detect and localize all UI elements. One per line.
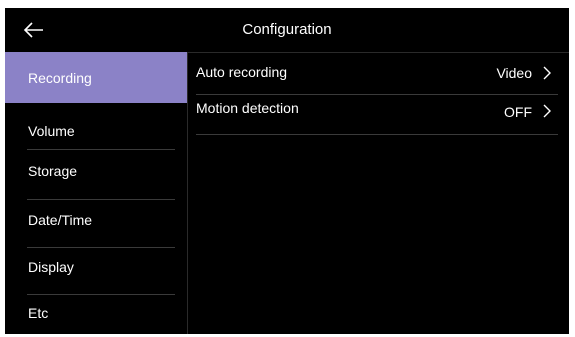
sidebar-item-label: Display [28, 259, 74, 275]
setting-row-motion-detection[interactable]: Motion detection OFF [196, 96, 558, 136]
sidebar-item-label: Recording [28, 70, 92, 86]
chevron-right-icon [543, 66, 551, 80]
arrow-left-icon [23, 22, 43, 38]
sidebar-item-date-time[interactable]: Date/Time [5, 204, 187, 242]
back-button[interactable] [19, 18, 47, 42]
setting-label: Motion detection [196, 100, 299, 116]
row-divider [196, 94, 558, 95]
header-bar: Configuration [5, 8, 569, 52]
sidebar-divider [27, 294, 175, 295]
setting-label: Auto recording [196, 64, 288, 80]
sidebar-divider [27, 247, 175, 248]
sidebar-item-volume[interactable]: Volume [5, 115, 187, 145]
sidebar-item-etc[interactable]: Etc [5, 299, 187, 334]
sidebar-divider [27, 199, 175, 200]
sidebar: Recording Volume Storage Date/Time Displ… [5, 52, 187, 334]
row-divider [196, 134, 558, 135]
setting-row-auto-recording[interactable]: Auto recording Video [196, 53, 558, 93]
sidebar-divider [27, 149, 175, 150]
page-title: Configuration [242, 21, 332, 38]
setting-value: Video [496, 65, 532, 81]
configuration-screen: Configuration Recording Volume Storage D… [5, 8, 569, 334]
settings-panel: Auto recording Video Motion detection OF… [188, 52, 569, 334]
setting-value: OFF [504, 104, 532, 120]
sidebar-item-label: Volume [28, 123, 75, 139]
sidebar-item-recording[interactable]: Recording [5, 52, 187, 103]
chevron-right-icon [543, 104, 551, 118]
sidebar-item-display[interactable]: Display [5, 252, 187, 290]
sidebar-item-label: Date/Time [28, 212, 93, 228]
sidebar-item-storage[interactable]: Storage [5, 157, 187, 193]
sidebar-item-label: Storage [28, 163, 78, 179]
sidebar-item-label: Etc [28, 305, 49, 321]
